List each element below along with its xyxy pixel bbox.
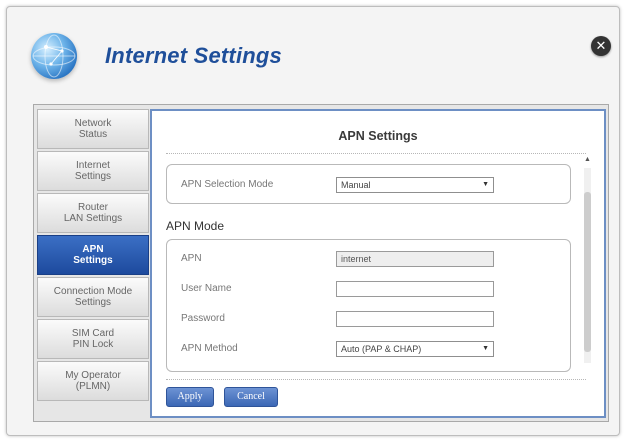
sidebar-item-label: Connection Mode Settings xyxy=(53,286,133,308)
apn-selection-mode-select[interactable]: Manual ▼ xyxy=(336,177,494,193)
arrow-up-icon[interactable]: ▲ xyxy=(582,156,593,166)
selection-mode-group: APN Selection Mode Manual ▼ xyxy=(166,164,571,204)
sidebar-item-network-status[interactable]: Network Status xyxy=(37,109,149,149)
dialog-window: Internet Settings ✕ Network Status Intern… xyxy=(6,6,620,436)
chevron-down-icon: ▼ xyxy=(482,181,489,188)
divider xyxy=(166,153,586,154)
apn-method-label: APN Method xyxy=(181,343,238,354)
apn-selection-mode-value: Manual xyxy=(341,180,371,190)
sidebar-item-label: SIM Card PIN Lock xyxy=(71,328,115,350)
globe-icon xyxy=(31,33,77,79)
sidebar-item-label: Network Status xyxy=(74,118,112,140)
sidebar-item-label: Internet Settings xyxy=(74,160,112,182)
sidebar: Network Status Internet Settings Router LAN… xyxy=(34,109,149,403)
sidebar-item-my-operator-plmn[interactable]: My Operator (PLMN) xyxy=(37,361,149,401)
apn-label: APN xyxy=(181,253,202,264)
sidebar-item-internet-settings[interactable]: Internet Settings xyxy=(37,151,149,191)
password-input[interactable] xyxy=(336,311,494,327)
apply-button[interactable]: Apply xyxy=(166,387,214,407)
settings-frame: Network Status Internet Settings Router LAN… xyxy=(33,104,609,422)
sidebar-item-label: Router LAN Settings xyxy=(63,202,123,224)
apn-input[interactable] xyxy=(336,251,494,267)
apn-selection-mode-label: APN Selection Mode xyxy=(181,179,274,190)
apn-mode-group: APN User Name Password APN Method Auto (… xyxy=(166,239,571,372)
sidebar-item-label: APN Settings xyxy=(73,244,113,266)
sidebar-item-router-lan-settings[interactable]: Router LAN Settings xyxy=(37,193,149,233)
chevron-down-icon: ▼ xyxy=(482,345,489,352)
user-name-input[interactable] xyxy=(336,281,494,297)
scrollbar[interactable]: ▲ xyxy=(582,156,593,376)
sidebar-item-sim-card-pin-lock[interactable]: SIM Card PIN Lock xyxy=(37,319,149,359)
user-name-label: User Name xyxy=(181,283,232,294)
panel-title: APN Settings xyxy=(338,129,418,143)
apn-mode-heading: APN Mode xyxy=(166,219,225,233)
close-icon[interactable]: ✕ xyxy=(591,36,611,56)
apn-method-select[interactable]: Auto (PAP & CHAP) ▼ xyxy=(336,341,494,357)
sidebar-item-label: My Operator (PLMN) xyxy=(65,370,121,392)
apn-settings-panel: APN Settings APN Selection Mode Manual ▼… xyxy=(150,109,606,418)
sidebar-item-connection-mode-settings[interactable]: Connection Mode Settings xyxy=(37,277,149,317)
divider xyxy=(166,379,586,380)
sidebar-item-apn-settings[interactable]: APN Settings xyxy=(37,235,149,275)
password-label: Password xyxy=(181,313,225,324)
scroll-thumb[interactable] xyxy=(584,192,591,352)
apn-method-value: Auto (PAP & CHAP) xyxy=(341,344,422,354)
page-title: Internet Settings xyxy=(105,43,282,68)
cancel-button[interactable]: Cancel xyxy=(224,387,278,407)
